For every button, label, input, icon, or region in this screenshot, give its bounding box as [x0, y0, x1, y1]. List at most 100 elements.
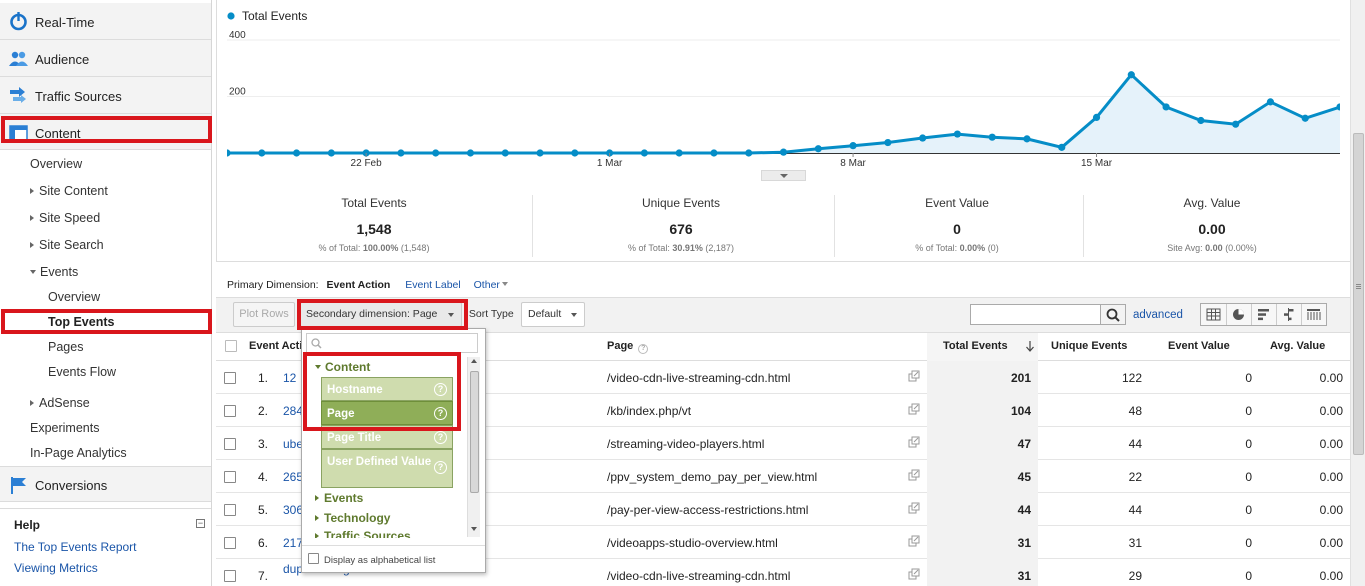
- row-checkbox[interactable]: [224, 537, 236, 549]
- dropdown-category-events[interactable]: Events: [315, 491, 363, 505]
- event-action-link[interactable]: 284: [283, 404, 301, 418]
- row-checkbox[interactable]: [224, 471, 236, 483]
- event-action-link[interactable]: 265: [283, 470, 301, 484]
- external-link-icon[interactable]: [908, 370, 920, 382]
- event-action-link[interactable]: ube: [283, 437, 301, 451]
- external-link-icon[interactable]: [908, 535, 920, 547]
- nav-site-speed[interactable]: Site Speed: [30, 211, 100, 225]
- data-point[interactable]: [1127, 71, 1135, 79]
- page-scrollbar-thumb[interactable]: [1353, 133, 1364, 455]
- dropdown-option-page[interactable]: Page?: [321, 401, 453, 425]
- data-point[interactable]: [953, 130, 962, 138]
- help-icon[interactable]: ?: [434, 383, 447, 396]
- dropdown-category-technology[interactable]: Technology: [315, 511, 390, 525]
- table-view-icon[interactable]: [1201, 304, 1226, 325]
- pie-view-icon[interactable]: [1226, 304, 1251, 325]
- pivot-view-icon[interactable]: [1301, 304, 1327, 325]
- data-point[interactable]: [849, 142, 857, 150]
- row-checkbox[interactable]: [224, 504, 236, 516]
- event-action-link[interactable]: 12: [283, 371, 301, 385]
- data-point[interactable]: [919, 134, 927, 142]
- header-event-action[interactable]: Event Acti: [249, 340, 302, 352]
- dropdown-option-hostname[interactable]: Hostname?: [321, 377, 453, 401]
- select-all-checkbox[interactable]: [225, 340, 237, 352]
- search-button[interactable]: [1101, 304, 1126, 325]
- nav-pages[interactable]: Pages: [48, 340, 83, 354]
- data-point[interactable]: [1162, 103, 1170, 111]
- event-action-link[interactable]: 306: [283, 503, 301, 517]
- secondary-dimension-select[interactable]: Secondary dimension: Page: [300, 302, 462, 327]
- advanced-link[interactable]: advanced: [1133, 309, 1183, 321]
- chart-collapse-handle[interactable]: [761, 170, 806, 181]
- data-point[interactable]: [1058, 143, 1066, 151]
- nav-adsense[interactable]: AdSense: [30, 396, 90, 410]
- external-link-icon[interactable]: [908, 568, 920, 580]
- dropdown-category-content[interactable]: Content: [315, 360, 370, 374]
- row-checkbox[interactable]: [224, 438, 236, 450]
- data-point[interactable]: [1232, 120, 1240, 128]
- nav-site-content[interactable]: Site Content: [30, 184, 108, 198]
- nav-events-flow[interactable]: Events Flow: [48, 365, 116, 379]
- help-icon[interactable]: ?: [638, 344, 649, 354]
- help-icon[interactable]: ?: [434, 461, 447, 474]
- comparison-view-icon[interactable]: [1276, 304, 1301, 325]
- nav-site-search[interactable]: Site Search: [30, 238, 104, 252]
- data-point[interactable]: [745, 149, 753, 157]
- data-point[interactable]: [397, 149, 405, 157]
- data-point[interactable]: [1266, 98, 1275, 106]
- data-point[interactable]: [536, 149, 544, 157]
- row-checkbox[interactable]: [224, 405, 236, 417]
- nav-top-events[interactable]: Top Events: [48, 315, 114, 329]
- scroll-down-icon[interactable]: [471, 527, 477, 531]
- data-point[interactable]: [258, 149, 266, 157]
- dropdown-scrollbar-thumb[interactable]: [470, 371, 479, 493]
- data-point[interactable]: [1023, 135, 1031, 143]
- external-link-icon[interactable]: [908, 502, 920, 514]
- sort-type-select[interactable]: Default: [521, 302, 585, 327]
- header-avg-value[interactable]: Avg. Value: [1270, 340, 1325, 352]
- external-link-icon[interactable]: [908, 436, 920, 448]
- nav-content[interactable]: Content: [0, 114, 211, 150]
- data-point[interactable]: [432, 149, 440, 157]
- help-icon[interactable]: ?: [434, 431, 447, 444]
- header-total-events[interactable]: Total Events: [943, 340, 1008, 352]
- plot-rows-button[interactable]: Plot Rows: [233, 302, 295, 327]
- row-checkbox[interactable]: [224, 372, 236, 384]
- sort-down-icon[interactable]: [1025, 340, 1035, 352]
- data-point[interactable]: [640, 149, 648, 157]
- event-action-link[interactable]: 217: [283, 536, 301, 550]
- data-point[interactable]: [327, 149, 335, 157]
- data-point[interactable]: [466, 149, 475, 157]
- scroll-up-icon[interactable]: [471, 359, 477, 363]
- nav-in-page-analytics[interactable]: In-Page Analytics: [30, 446, 127, 460]
- header-page[interactable]: Page?: [607, 340, 649, 354]
- nav-content-overview[interactable]: Overview: [30, 157, 82, 171]
- table-search-input[interactable]: [970, 304, 1101, 325]
- nav-events[interactable]: Events: [30, 265, 78, 279]
- help-link-top-events[interactable]: The Top Events Report: [14, 540, 137, 554]
- data-point[interactable]: [779, 148, 788, 156]
- page-scrollbar[interactable]: [1350, 0, 1365, 586]
- external-link-icon[interactable]: [908, 403, 920, 415]
- nav-traffic-sources[interactable]: Traffic Sources: [0, 77, 211, 114]
- dimension-event-action[interactable]: Event Action: [327, 279, 391, 291]
- data-point[interactable]: [227, 149, 231, 157]
- data-point[interactable]: [1197, 116, 1205, 125]
- nav-audience[interactable]: Audience: [0, 40, 211, 77]
- dropdown-search-input[interactable]: [306, 333, 478, 353]
- data-point[interactable]: [988, 133, 996, 141]
- help-link-viewing-metrics[interactable]: Viewing Metrics: [14, 561, 98, 575]
- dropdown-category-traffic[interactable]: Traffic Sources: [315, 529, 411, 538]
- nav-events-overview[interactable]: Overview: [48, 290, 100, 304]
- data-point[interactable]: [1092, 113, 1101, 122]
- dropdown-option-user-defined[interactable]: User Defined Value?: [321, 449, 453, 488]
- dropdown-scrollbar[interactable]: [467, 357, 480, 537]
- data-point[interactable]: [1301, 114, 1309, 122]
- dimension-other[interactable]: Other: [474, 279, 508, 291]
- nav-experiments[interactable]: Experiments: [30, 421, 99, 435]
- nav-conversions[interactable]: Conversions: [0, 466, 211, 502]
- data-point[interactable]: [884, 138, 892, 147]
- data-point[interactable]: [814, 145, 822, 153]
- external-link-icon[interactable]: [908, 469, 920, 481]
- nav-realtime[interactable]: Real-Time: [0, 3, 211, 40]
